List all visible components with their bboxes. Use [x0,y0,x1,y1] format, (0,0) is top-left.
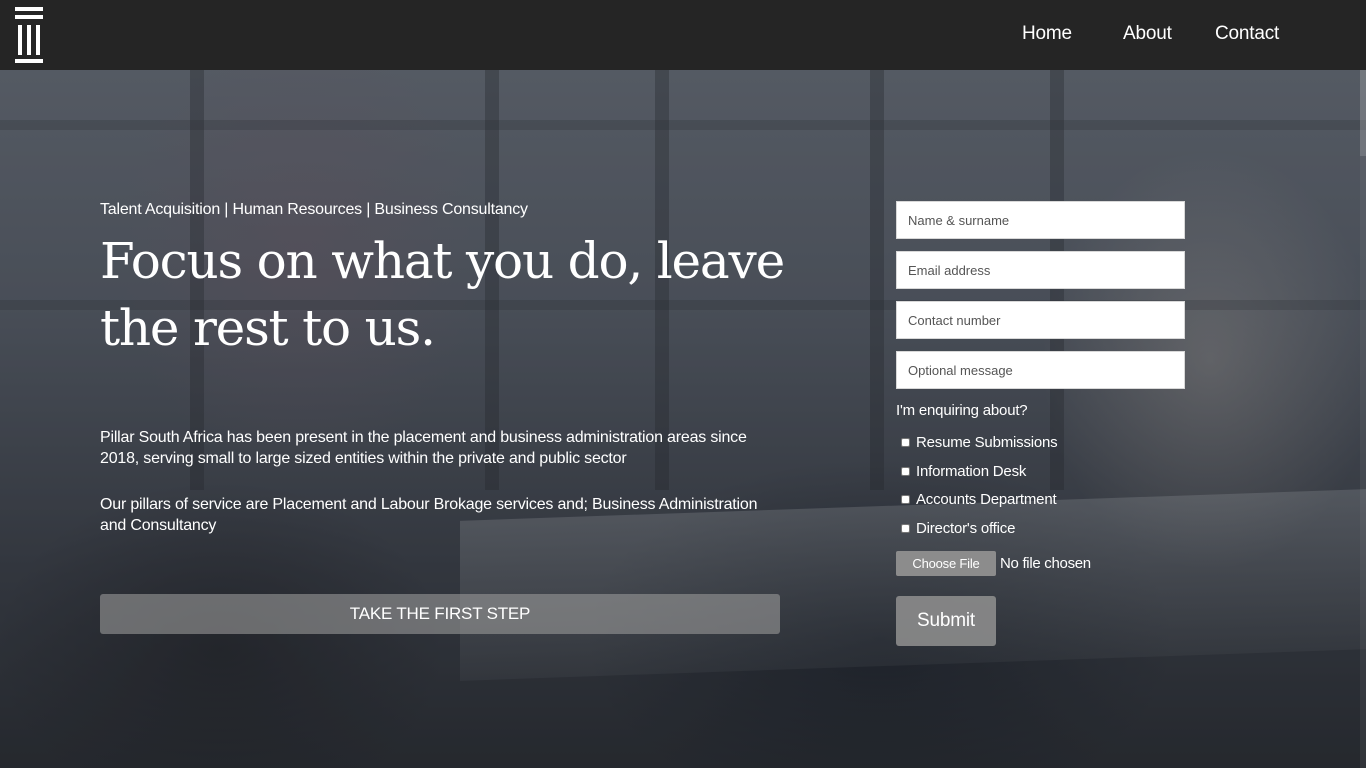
checkbox[interactable] [901,494,910,504]
checkbox[interactable] [901,523,910,533]
top-navigation-bar: Home About Contact [0,0,1366,70]
intro-paragraph: Pillar South Africa has been present in … [100,429,747,467]
nav-home-link[interactable]: Home [1022,23,1072,45]
name-input[interactable] [896,201,1185,239]
option-directors-office[interactable]: Director's office [901,518,1015,538]
submit-button[interactable]: Submit [896,596,996,646]
main-nav: Home About Contact [0,0,1366,70]
file-upload: Choose File No file chosen [896,551,1091,576]
choose-file-button[interactable]: Choose File [896,551,996,576]
nav-contact-link[interactable]: Contact [1215,23,1279,45]
option-label: Accounts Department [916,490,1057,508]
page: Home About Contact Talent Acquisition | … [0,0,1366,768]
option-information-desk[interactable]: Information Desk [901,461,1026,481]
option-label: Resume Submissions [916,433,1058,451]
headline-line-2: the rest to us. [100,299,436,357]
take-first-step-button[interactable]: TAKE THE FIRST STEP [100,594,780,634]
checkbox[interactable] [901,466,910,476]
services-tagline: Talent Acquisition | Human Resources | B… [100,201,528,218]
email-input[interactable] [896,251,1185,289]
contact-number-input[interactable] [896,301,1185,339]
nav-about-link[interactable]: About [1123,23,1172,45]
option-label: Director's office [916,519,1016,537]
services-paragraph: Our pillars of service are Placement and… [100,496,758,534]
headline-line-1: Focus on what you do, leave [100,232,785,290]
option-label: Information Desk [916,462,1027,480]
option-resume-submissions[interactable]: Resume Submissions [901,432,1058,452]
checkbox[interactable] [901,437,910,447]
message-input[interactable] [896,351,1185,389]
enquiry-topic-label: I'm enquiring about? [896,402,1028,419]
hero-headline: Focus on what you do, leave the rest to … [100,228,800,362]
file-status-text: No file chosen [1000,555,1091,572]
option-accounts-department[interactable]: Accounts Department [901,489,1057,509]
